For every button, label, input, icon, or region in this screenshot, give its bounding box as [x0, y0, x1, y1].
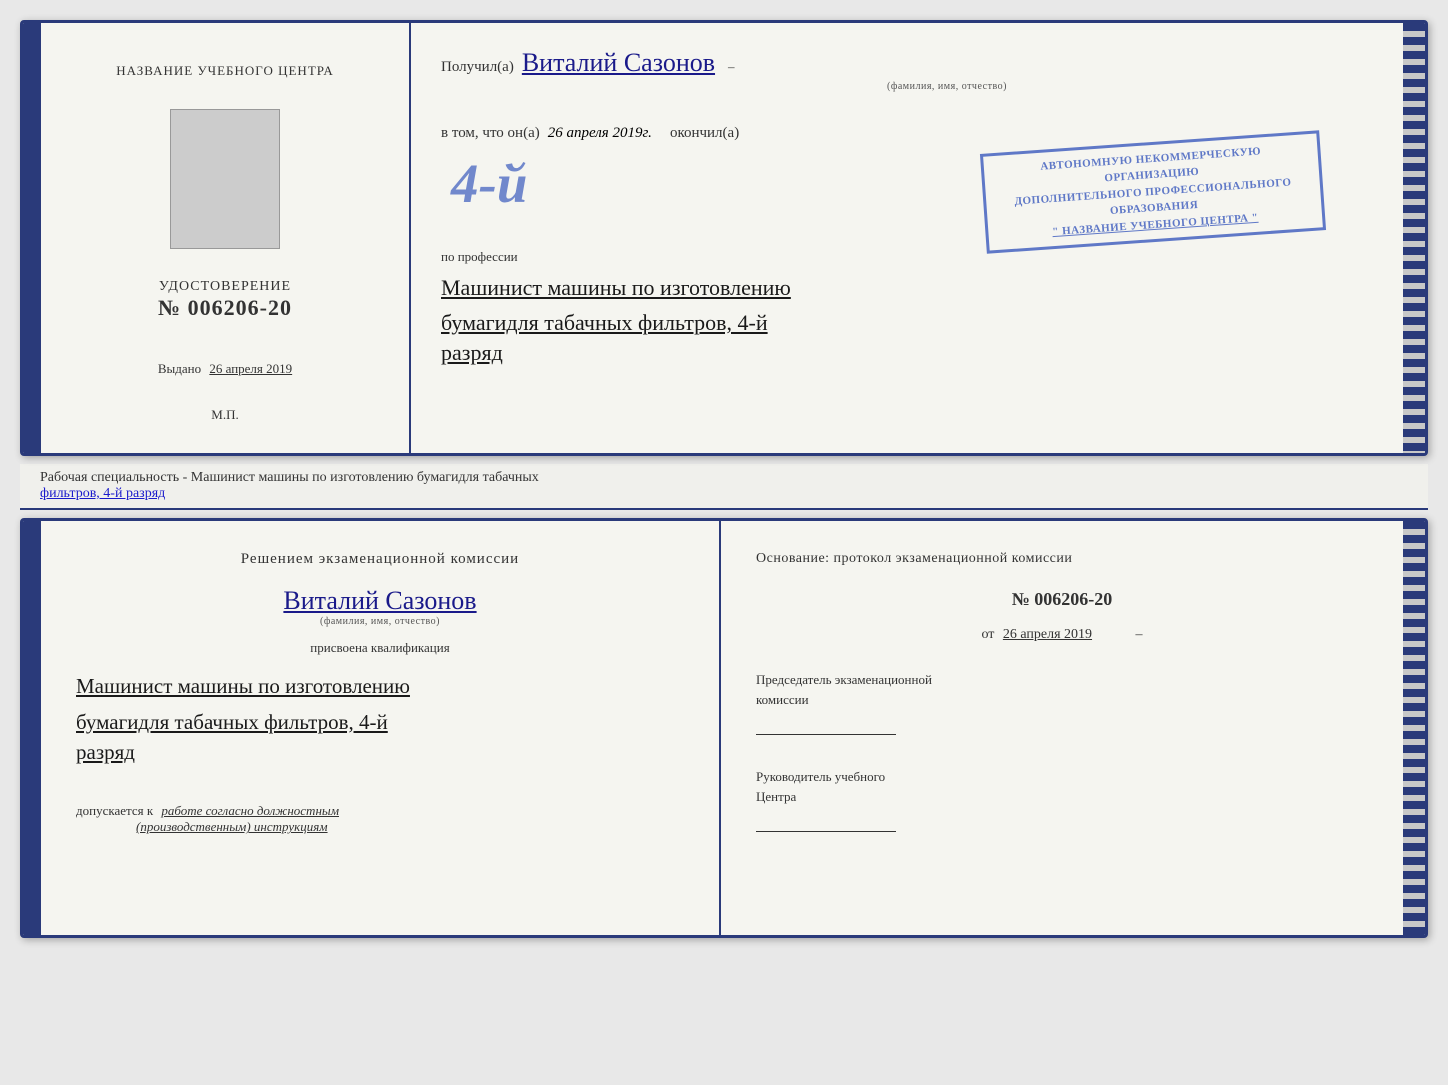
bottom-fio-label: (фамилия, имя, отчество): [76, 616, 684, 627]
chairman-section: Председатель экзаменационной комиссии: [756, 670, 1368, 735]
protocol-date-value: 26 апреля 2019: [1003, 627, 1092, 642]
protocol-number: № 006206-20: [756, 589, 1368, 610]
photo-placeholder: [170, 109, 280, 249]
vtom-prefix: в том, что он(а): [441, 125, 540, 142]
by-profession-label: по профессии: [441, 249, 1373, 265]
osnovaniye-text: Основание: протокол экзаменационной коми…: [756, 551, 1368, 567]
fio-label-top: (фамилия, имя, отчество): [521, 81, 1373, 92]
bottom-right-panel: Основание: протокол экзаменационной коми…: [721, 521, 1403, 935]
qualification-label: присвоена квалификация: [76, 640, 684, 656]
top-document: НАЗВАНИЕ УЧЕБНОГО ЦЕНТРА УДОСТОВЕРЕНИЕ №…: [20, 20, 1428, 456]
stamp-big-number: 4-й: [451, 152, 527, 215]
issued-date: 26 апреля 2019: [209, 361, 292, 376]
issued-label: Выдано: [158, 361, 201, 376]
training-center-label: НАЗВАНИЕ УЧЕБНОГО ЦЕНТРА: [116, 63, 333, 79]
chairman-label: Председатель экзаменационной комиссии: [756, 670, 1368, 709]
vtom-date: 26 апреля 2019г.: [548, 125, 652, 142]
bottom-left-panel: Решением экзаменационной комиссии Витали…: [41, 521, 721, 935]
chairman-sig-line: [756, 734, 896, 735]
director-label: Руководитель учебного Центра: [756, 767, 1368, 806]
dopuskaetsya-value2: (производственным) инструкциям: [136, 819, 328, 834]
dopuskaetsya-prefix: допускается к: [76, 803, 153, 818]
qual-line2: бумагидля табачных фильтров, 4-й: [76, 705, 684, 741]
qual-line1: Машинист машины по изготовлению: [76, 669, 684, 705]
bottom-person-name: Виталий Сазонов: [76, 586, 684, 616]
right-edge-top: [1403, 23, 1425, 453]
received-prefix: Получил(а): [441, 59, 514, 76]
middle-text-band: Рабочая специальность - Машинист машины …: [20, 464, 1428, 510]
cert-title: УДОСТОВЕРЕНИЕ: [158, 279, 292, 295]
page-wrapper: НАЗВАНИЕ УЧЕБНОГО ЦЕНТРА УДОСТОВЕРЕНИЕ №…: [20, 20, 1428, 938]
right-edge-bottom: [1403, 521, 1425, 935]
middle-text-underline: фильтров, 4-й разряд: [40, 486, 165, 501]
decision-title: Решением экзаменационной комиссии: [76, 551, 684, 568]
cert-left-panel: НАЗВАНИЕ УЧЕБНОГО ЦЕНТРА УДОСТОВЕРЕНИЕ №…: [41, 23, 411, 453]
mp-label: М.П.: [211, 407, 238, 423]
stamp-overlay: АВТОНОМНУЮ НЕКОММЕРЧЕСКУЮ ОРГАНИЗАЦИЮ ДО…: [980, 130, 1326, 253]
profession-line1: Машинист машины по изготовлению: [441, 270, 1373, 305]
protocol-date: от 26 апреля 2019 –: [756, 627, 1368, 643]
cert-number: № 006206-20: [158, 295, 292, 321]
profession-line2: бумагидля табачных фильтров, 4-й: [441, 305, 1373, 340]
bottom-left-spine: [23, 521, 41, 935]
middle-text-plain: Рабочая специальность - Машинист машины …: [40, 470, 539, 485]
received-name: Виталий Сазонов: [522, 48, 715, 78]
director-section: Руководитель учебного Центра: [756, 767, 1368, 832]
qual-line3: разряд: [76, 740, 684, 765]
profession-line3: разряд: [441, 340, 1373, 366]
cert-right-panel: Получил(а) Виталий Сазонов – (фамилия, и…: [411, 23, 1403, 453]
director-sig-line: [756, 831, 896, 832]
okончил: окончил(а): [670, 125, 739, 142]
left-spine: [23, 23, 41, 453]
bottom-document: Решением экзаменационной комиссии Витали…: [20, 518, 1428, 938]
protocol-date-prefix: от: [981, 627, 994, 642]
dopuskaetsya-value: работе согласно должностным: [161, 803, 339, 818]
